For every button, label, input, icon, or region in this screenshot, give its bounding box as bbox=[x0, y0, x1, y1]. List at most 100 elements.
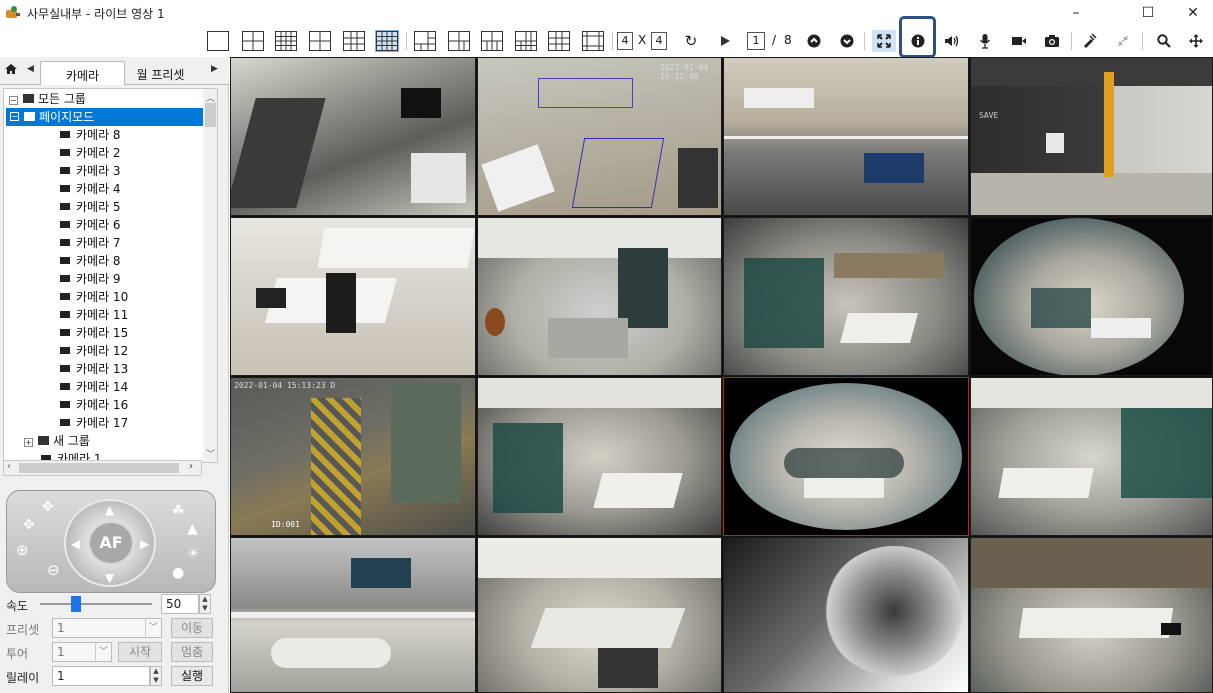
zoom-in-icon[interactable]: ⊕ bbox=[16, 541, 29, 559]
tree-vertical-scrollbar[interactable]: ︿ ﹀ bbox=[203, 89, 217, 462]
zoom-icon[interactable] bbox=[1152, 30, 1176, 52]
collapse-icon[interactable]: − bbox=[10, 112, 19, 121]
layout-3x3-button[interactable] bbox=[343, 31, 365, 51]
layout-4x4-selected-button[interactable] bbox=[375, 30, 399, 52]
expand-icon[interactable]: + bbox=[24, 438, 33, 447]
layout-4x4-button[interactable] bbox=[275, 31, 297, 51]
ptz-right-arrow[interactable]: ▶ bbox=[140, 537, 149, 551]
video-tile-1[interactable] bbox=[230, 57, 476, 216]
layout-2x2-button[interactable] bbox=[242, 31, 264, 51]
minimize-button[interactable]: – bbox=[1053, 0, 1099, 26]
video-tile-3[interactable] bbox=[723, 57, 969, 216]
video-tile-4[interactable]: SAVE bbox=[970, 57, 1213, 216]
scroll-right-icon[interactable]: › bbox=[189, 461, 193, 472]
ptz-focus-far-icon[interactable]: ▲ bbox=[187, 521, 198, 537]
chevron-down-icon[interactable]: ﹀ bbox=[95, 643, 111, 661]
preset-move-button[interactable]: 이동 bbox=[171, 618, 213, 638]
speed-slider-track[interactable] bbox=[40, 603, 152, 605]
tree-item-all-groups[interactable]: − 모든 그룹 bbox=[9, 90, 86, 108]
tree-item-camera[interactable]: 카메라 8 bbox=[60, 126, 121, 144]
video-tile-11-selected[interactable] bbox=[723, 377, 969, 536]
ptz-off-icon[interactable] bbox=[1077, 30, 1101, 52]
ptz-iris-icon[interactable]: ☘ bbox=[172, 503, 185, 519]
tree-item-camera[interactable]: 카메라 6 bbox=[60, 216, 121, 234]
video-tile-15[interactable] bbox=[723, 537, 969, 693]
ptz-down-arrow[interactable]: ▼ bbox=[105, 571, 114, 585]
relay-run-button[interactable]: 실행 bbox=[171, 666, 213, 686]
chevron-down-icon[interactable]: ﹀ bbox=[145, 619, 161, 637]
tree-item-camera[interactable]: 카메라 7 bbox=[60, 234, 121, 252]
tab-prev-icon[interactable]: ◀ bbox=[27, 64, 34, 74]
tree-item-camera[interactable]: 카메라 13 bbox=[60, 360, 128, 378]
video-tile-13[interactable] bbox=[230, 537, 476, 693]
tree-item-camera[interactable]: 카메라 3 bbox=[60, 162, 121, 180]
scrollbar-thumb[interactable] bbox=[205, 103, 216, 127]
layout-1plus7-button[interactable] bbox=[448, 31, 470, 51]
autofocus-button[interactable]: AF bbox=[88, 521, 134, 565]
layout-1plus12b-button[interactable] bbox=[582, 31, 604, 51]
video-tile-14[interactable] bbox=[477, 537, 722, 693]
speed-slider-thumb[interactable] bbox=[70, 596, 81, 612]
ptz-pan-icon[interactable]: ✥ bbox=[23, 517, 35, 533]
relay-input[interactable]: 1 bbox=[52, 666, 150, 686]
relay-spinner-icon[interactable]: ▲ ▼ bbox=[150, 666, 162, 686]
video-tile-9[interactable]: 2022-01-04 15:13:23 D ID:001 bbox=[230, 377, 476, 536]
close-button[interactable]: ✕ bbox=[1170, 0, 1213, 26]
move-icon[interactable] bbox=[1184, 30, 1208, 52]
tab-camera[interactable]: 카메라 bbox=[40, 61, 125, 85]
video-tile-16[interactable] bbox=[970, 537, 1213, 693]
tree-item-camera[interactable]: 카메라 11 bbox=[60, 306, 128, 324]
layout-1plus9-button[interactable] bbox=[481, 31, 503, 51]
layout-2x2b-button[interactable] bbox=[309, 31, 331, 51]
scrollbar-thumb[interactable] bbox=[19, 463, 179, 473]
collapse-icon[interactable]: − bbox=[9, 96, 18, 105]
tree-item-camera[interactable]: 카메라 9 bbox=[60, 270, 121, 288]
ptz-left-arrow[interactable]: ◀ bbox=[71, 537, 80, 551]
tree-item-new-group[interactable]: + 새 그룹 bbox=[24, 432, 90, 450]
tree-item-camera[interactable]: 카메라 8 bbox=[60, 252, 121, 270]
page-down-icon[interactable] bbox=[835, 30, 859, 52]
scroll-down-icon[interactable]: ﹀ bbox=[206, 447, 215, 460]
grid-rows-input[interactable]: 4 bbox=[617, 32, 633, 50]
tab-wall-preset[interactable]: 월 프리셋 bbox=[128, 61, 193, 85]
tree-item-camera[interactable]: 카메라 5 bbox=[60, 198, 121, 216]
zoom-out-icon[interactable]: ⊖ bbox=[47, 561, 60, 579]
speaker-icon[interactable] bbox=[940, 30, 964, 52]
tour-select[interactable]: 1 ﹀ bbox=[52, 642, 112, 662]
tree-item-camera[interactable]: 카메라 15 bbox=[60, 324, 128, 342]
tree-item-page-mode[interactable]: − 페이지모드 bbox=[6, 108, 203, 126]
tree-item-camera[interactable]: 카메라 12 bbox=[60, 342, 128, 360]
layout-1plus12-button[interactable] bbox=[515, 31, 537, 51]
disconnect-icon[interactable] bbox=[1111, 30, 1135, 52]
record-icon[interactable] bbox=[1007, 30, 1031, 52]
ptz-up-arrow[interactable]: ▲ bbox=[105, 503, 114, 517]
layout-1x1-button[interactable] bbox=[207, 31, 229, 51]
tree-item-camera[interactable]: 카메라 14 bbox=[60, 378, 128, 396]
snapshot-icon[interactable] bbox=[1040, 30, 1064, 52]
video-tile-12[interactable] bbox=[970, 377, 1213, 536]
preset-select[interactable]: 1 ﹀ bbox=[52, 618, 162, 638]
tree-item-camera[interactable]: 카메라 10 bbox=[60, 288, 128, 306]
video-tile-7[interactable] bbox=[723, 217, 969, 376]
page-up-icon[interactable] bbox=[802, 30, 826, 52]
layout-2plus8-button[interactable] bbox=[548, 31, 570, 51]
play-icon[interactable] bbox=[713, 30, 737, 52]
grid-cols-input[interactable]: 4 bbox=[651, 32, 667, 50]
tree-item-camera[interactable]: 카메라 16 bbox=[60, 396, 128, 414]
speed-spinner-icon[interactable]: ▲ ▼ bbox=[199, 594, 211, 614]
scroll-left-icon[interactable]: ‹ bbox=[7, 461, 11, 472]
ptz-diagonal-icon[interactable]: ✥ bbox=[42, 499, 54, 515]
tree-item-camera[interactable]: 카메라 2 bbox=[60, 144, 121, 162]
tour-stop-button[interactable]: 멈춤 bbox=[171, 642, 213, 662]
video-tile-6[interactable] bbox=[477, 217, 722, 376]
video-tile-10[interactable] bbox=[477, 377, 722, 536]
video-tile-2[interactable]: 2022-01-04 15:12:40 bbox=[477, 57, 722, 216]
microphone-icon[interactable] bbox=[973, 30, 997, 52]
refresh-icon[interactable]: ↻ bbox=[679, 30, 703, 52]
page-current-input[interactable]: 1 bbox=[747, 32, 765, 50]
maximize-button[interactable]: ☐ bbox=[1125, 0, 1171, 26]
speed-value-input[interactable]: 50 bbox=[161, 594, 199, 614]
layout-1plus5-button[interactable] bbox=[414, 31, 436, 51]
video-tile-8[interactable] bbox=[970, 217, 1213, 376]
tab-next-icon[interactable]: ▶ bbox=[211, 64, 218, 74]
